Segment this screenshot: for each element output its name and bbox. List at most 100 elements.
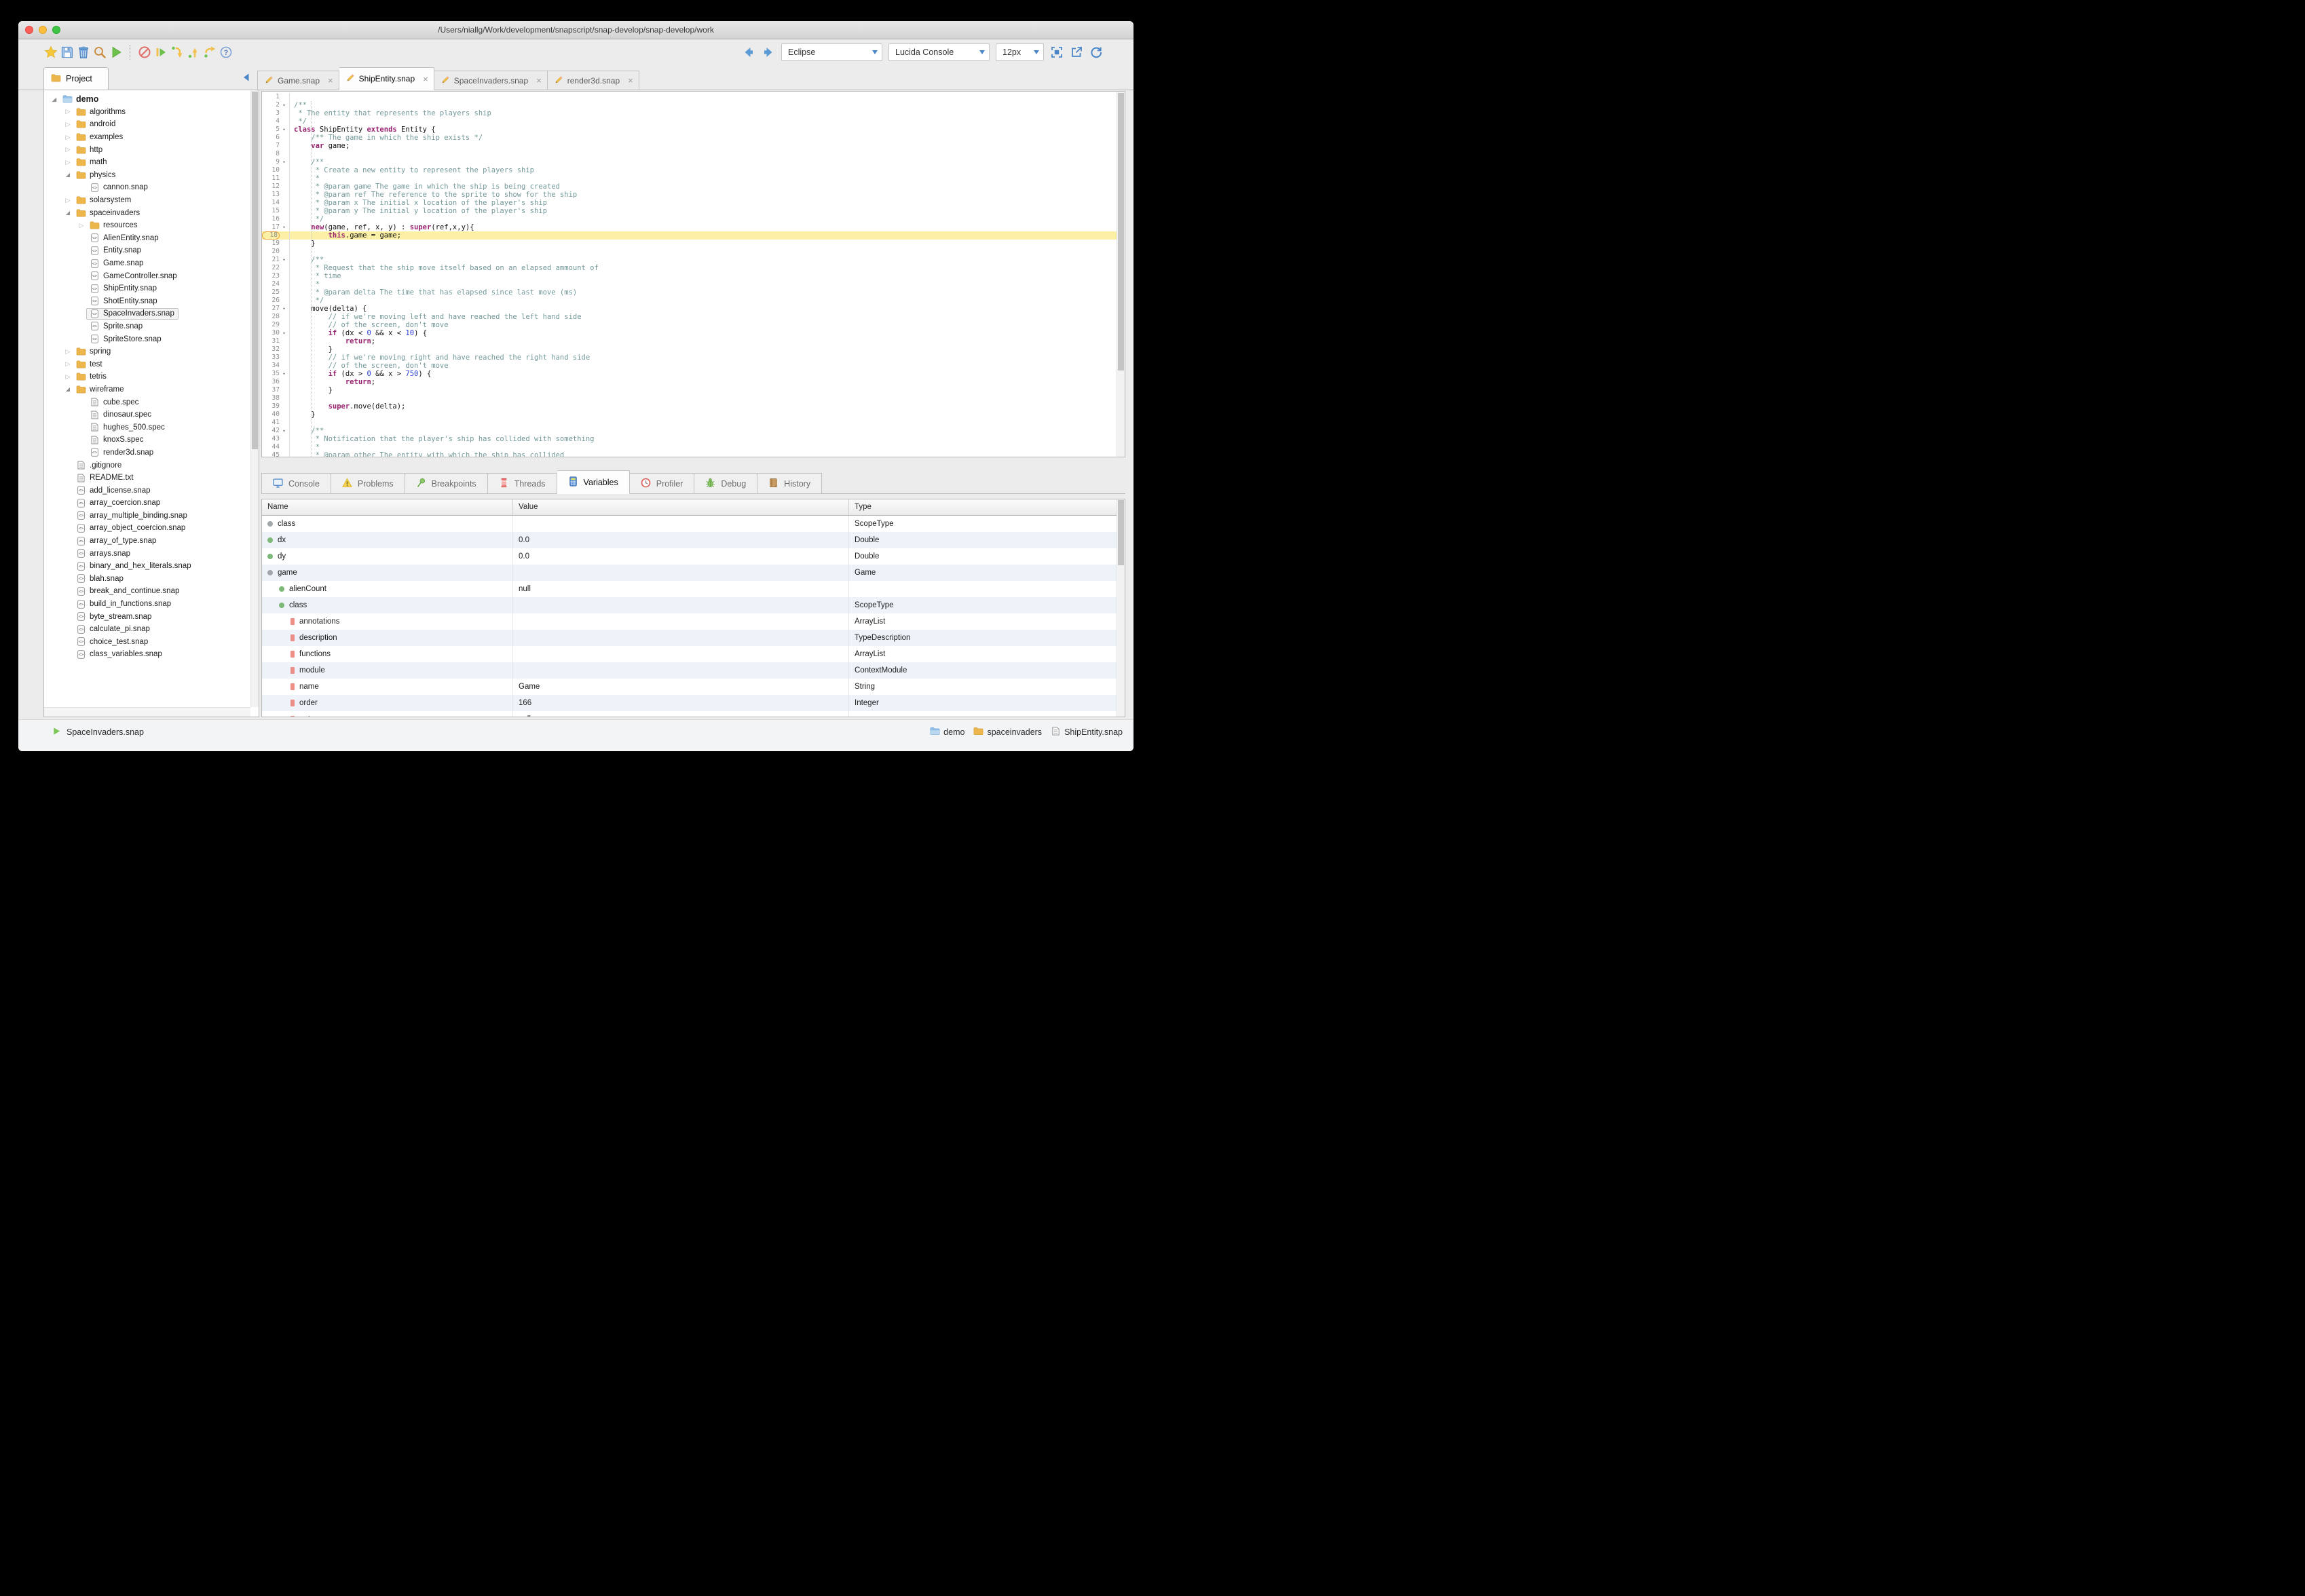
help-button[interactable]: ?	[219, 45, 233, 59]
tree-collapsed-icon[interactable]: ▷	[63, 134, 73, 141]
code-line-5[interactable]: 5 ▾ class ShipEntity extends Entity {	[262, 126, 1117, 134]
variables-scrollbar[interactable]	[1117, 499, 1125, 717]
code-line-16[interactable]: 16 */	[262, 215, 1117, 223]
tab-variables[interactable]: Variables	[557, 470, 630, 494]
line-number[interactable]: 39	[262, 402, 280, 411]
code-line-30[interactable]: 30 ▾ if (dx < 0 && x < 10) {	[262, 329, 1117, 337]
close-tab-icon[interactable]: ×	[324, 75, 333, 86]
tree-item-entity-snap[interactable]: <> Entity.snap	[44, 244, 250, 257]
code-line-29[interactable]: 29 // of the screen, don't move	[262, 321, 1117, 329]
code-line-28[interactable]: 28 // if we're moving left and have reac…	[262, 313, 1117, 321]
line-number[interactable]: 6	[262, 134, 280, 142]
code-line-35[interactable]: 35 ▾ if (dx > 0 && x > 750) {	[262, 370, 1117, 378]
code-line-44[interactable]: 44 *	[262, 443, 1117, 451]
back-button[interactable]	[742, 45, 755, 59]
theme-select[interactable]: Eclipse	[781, 43, 882, 61]
line-number[interactable]: 8	[262, 150, 280, 158]
tree-item-cannon-snap[interactable]: <> cannon.snap	[44, 181, 250, 194]
tree-item-class-variables-snap[interactable]: <> class_variables.snap	[44, 648, 250, 661]
font-select[interactable]: Lucida Console	[888, 43, 990, 61]
line-number[interactable]: 28	[262, 313, 280, 321]
code-line-21[interactable]: 21 ▾ /**	[262, 256, 1117, 264]
tab-threads[interactable]: Threads	[487, 473, 557, 494]
line-number[interactable]: 16	[262, 215, 280, 223]
line-number[interactable]: 30	[262, 329, 280, 337]
code-line-6[interactable]: 6 /** The game in which the ship exists …	[262, 134, 1117, 142]
variable-row-class-5[interactable]: class ScopeType	[262, 597, 1125, 613]
variable-row-name-10[interactable]: name Game String	[262, 679, 1125, 695]
tree-item-arrays-snap[interactable]: <> arrays.snap	[44, 547, 250, 560]
line-number[interactable]: 25	[262, 288, 280, 297]
fold-toggle-icon[interactable]: ▾	[280, 223, 288, 231]
editor-tab-game-snap[interactable]: Game.snap ×	[257, 71, 339, 90]
tree-item-solarsystem[interactable]: ▷ solarsystem	[44, 194, 250, 207]
tree-item-android[interactable]: ▷ android	[44, 118, 250, 131]
variable-row-order-11[interactable]: order 166 Integer	[262, 695, 1125, 711]
editor-tab-spaceinvaders-snap[interactable]: SpaceInvaders.snap ×	[434, 71, 548, 90]
line-number[interactable]: 3	[262, 109, 280, 117]
line-number[interactable]: 18	[262, 231, 280, 240]
column-header-type[interactable]: Type	[849, 499, 1125, 515]
line-number[interactable]: 7	[262, 142, 280, 150]
tree-item-cube-spec[interactable]: cube.spec	[44, 396, 250, 408]
line-number[interactable]: 42	[262, 427, 280, 435]
tree-collapsed-icon[interactable]: ▷	[63, 159, 73, 166]
tree-item-choice-test-snap[interactable]: <> choice_test.snap	[44, 636, 250, 649]
code-line-13[interactable]: 13 * @param ref The reference to the spr…	[262, 191, 1117, 199]
code-line-22[interactable]: 22 * Request that the ship move itself b…	[262, 264, 1117, 272]
tree-item-readme-txt[interactable]: README.txt	[44, 472, 250, 484]
code-line-1[interactable]: 1	[262, 93, 1117, 101]
line-number[interactable]: 13	[262, 191, 280, 199]
stop-button[interactable]	[138, 45, 151, 59]
editor-vertical-scrollbar[interactable]	[1117, 92, 1125, 457]
run-button[interactable]	[109, 45, 123, 59]
variable-row-annotations-6[interactable]: annotations ArrayList	[262, 613, 1125, 630]
code-line-4[interactable]: 4 */	[262, 117, 1117, 126]
line-number[interactable]: 11	[262, 174, 280, 183]
code-line-15[interactable]: 15 * @param y The initial y location of …	[262, 207, 1117, 215]
tree-item-sprite-snap[interactable]: <> Sprite.snap	[44, 320, 250, 333]
line-number[interactable]: 43	[262, 435, 280, 443]
variable-row-description-7[interactable]: description TypeDescription	[262, 630, 1125, 646]
variable-row-game-3[interactable]: game Game	[262, 565, 1125, 581]
line-number[interactable]: 45	[262, 451, 280, 457]
tree-item-array-coercion-snap[interactable]: <> array_coercion.snap	[44, 497, 250, 510]
tree-item-add-license-snap[interactable]: <> add_license.snap	[44, 484, 250, 497]
code-line-19[interactable]: 19 }	[262, 240, 1117, 248]
code-line-12[interactable]: 12 * @param game The game in which the s…	[262, 183, 1117, 191]
tab-breakpoints[interactable]: Breakpoints	[405, 473, 488, 494]
fold-toggle-icon[interactable]: ▾	[280, 256, 288, 264]
code-line-39[interactable]: 39 super.move(delta);	[262, 402, 1117, 411]
code-line-18[interactable]: 18 this.game = game;	[262, 231, 1117, 240]
search-button[interactable]	[93, 45, 107, 59]
tree-item-knoxs-spec[interactable]: knoxS.spec	[44, 434, 250, 446]
tree-item-break-and-continue-snap[interactable]: <> break_and_continue.snap	[44, 585, 250, 598]
code-line-27[interactable]: 27 ▾ move(delta) {	[262, 305, 1117, 313]
tree-collapsed-icon[interactable]: ▷	[63, 146, 73, 153]
variable-row-module-9[interactable]: module ContextModule	[262, 662, 1125, 679]
code-line-9[interactable]: 9 ▾ /**	[262, 158, 1117, 166]
code-line-8[interactable]: 8	[262, 150, 1117, 158]
step-over-button[interactable]	[203, 45, 217, 59]
breadcrumb-item-demo[interactable]: demo	[930, 727, 964, 738]
line-number[interactable]: 23	[262, 272, 280, 280]
line-number[interactable]: 31	[262, 337, 280, 345]
close-tab-icon[interactable]: ×	[419, 74, 428, 84]
line-number[interactable]: 38	[262, 394, 280, 402]
variable-row-dx-1[interactable]: dx 0.0 Double	[262, 532, 1125, 548]
tree-item-array-multiple-binding-snap[interactable]: <> array_multiple_binding.snap	[44, 510, 250, 522]
fold-toggle-icon[interactable]: ▾	[280, 427, 288, 435]
line-number[interactable]: 34	[262, 362, 280, 370]
code-line-42[interactable]: 42 ▾ /**	[262, 427, 1117, 435]
editor-tab-render3d-snap[interactable]: render3d.snap ×	[547, 71, 639, 90]
tab-console[interactable]: Console	[261, 473, 331, 494]
code-line-7[interactable]: 7 var game;	[262, 142, 1117, 150]
code-line-34[interactable]: 34 // of the screen, don't move	[262, 362, 1117, 370]
fold-toggle-icon[interactable]: ▾	[280, 158, 288, 166]
line-number[interactable]: 14	[262, 199, 280, 207]
code-line-2[interactable]: 2 ▾ /**	[262, 101, 1117, 109]
line-number[interactable]: 17	[262, 223, 280, 231]
tree-item-spaceinvaders-snap[interactable]: <> SpaceInvaders.snap	[44, 307, 250, 320]
fold-toggle-icon[interactable]: ▾	[280, 370, 288, 378]
scrollbar-thumb[interactable]	[1118, 93, 1124, 370]
